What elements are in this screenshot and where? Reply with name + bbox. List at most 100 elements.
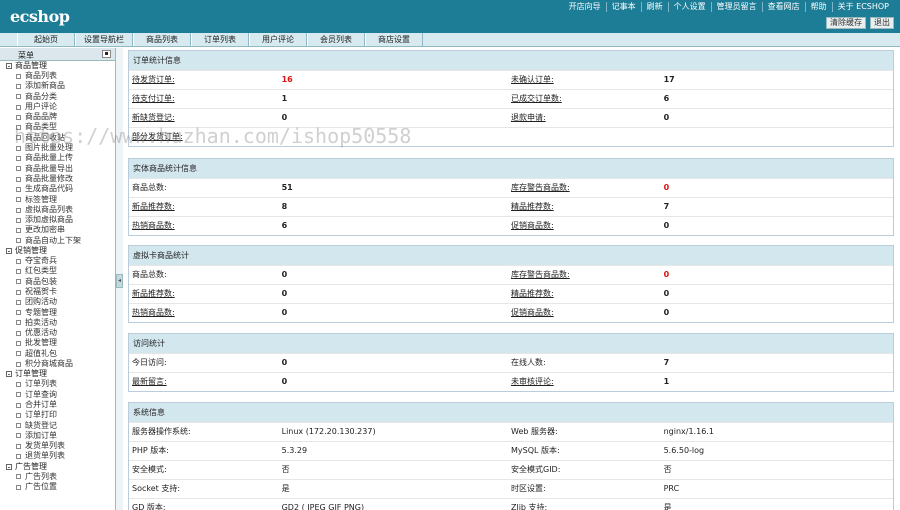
stat-label[interactable]: 新品推荐数: xyxy=(129,285,282,303)
sidebar-group-title[interactable]: 广告管理 xyxy=(6,462,115,472)
nav-tab[interactable]: 用户评论 xyxy=(249,33,307,46)
sidebar-item-label: 夺宝奇兵 xyxy=(25,256,57,266)
sidebar-item-label: 专题管理 xyxy=(25,307,57,317)
nav-tab[interactable]: 商品列表 xyxy=(133,33,191,46)
sidebar-item[interactable]: 更改加密串 xyxy=(6,225,115,235)
sidebar-item[interactable]: 商品批量上传 xyxy=(6,153,115,163)
stat-label: PHP 版本: xyxy=(132,446,169,455)
stat-row: 最新留言: 0 未审核评论: 1 xyxy=(129,372,893,391)
sidebar-toggle-icon[interactable]: ▪ xyxy=(102,50,111,58)
top-link[interactable]: 刷新 xyxy=(640,2,668,12)
top-link[interactable]: 管理员留言 xyxy=(710,2,762,12)
stat-label[interactable]: 最新留言: xyxy=(129,373,282,391)
sidebar-item[interactable]: 广告列表 xyxy=(6,472,115,482)
stat-label[interactable]: 已成交订单数: xyxy=(511,90,664,108)
menu-bullet-icon xyxy=(16,114,21,120)
sidebar-item[interactable]: 商品自动上下架 xyxy=(6,236,115,246)
stat-row: 热销商品数: 6 促销商品数: 0 xyxy=(129,216,893,235)
stat-label[interactable]: 退款申请: xyxy=(511,109,664,127)
nav-tab[interactable]: 商店设置 xyxy=(365,33,423,46)
sidebar-item[interactable]: 商品批量修改 xyxy=(6,174,115,184)
stat-label[interactable]: 热销商品数: xyxy=(129,217,282,235)
collapse-box-icon[interactable] xyxy=(6,463,12,470)
clear-cache-button[interactable]: 清除缓存 xyxy=(826,17,866,29)
stat-label[interactable]: 精品推荐数: xyxy=(511,285,664,303)
sidebar-item[interactable]: 拍卖活动 xyxy=(6,318,115,328)
sidebar-item[interactable]: 订单查询 xyxy=(6,390,115,400)
sidebar-item[interactable]: 虚拟商品列表 xyxy=(6,205,115,215)
sidebar-item[interactable]: 退货单列表 xyxy=(6,451,115,461)
stat-label[interactable]: 促销商品数: xyxy=(511,304,664,322)
sidebar-item[interactable]: 批发管理 xyxy=(6,338,115,348)
menu-bullet-icon xyxy=(16,299,21,305)
stat-value: 6 xyxy=(663,94,670,103)
sidebar-item[interactable]: 生成商品代码 xyxy=(6,184,115,194)
sidebar-item[interactable]: 夺宝奇兵 xyxy=(6,256,115,266)
sidebar-item-label: 祝福贺卡 xyxy=(25,286,57,296)
nav-tab[interactable]: 会员列表 xyxy=(307,33,365,46)
stat-label[interactable]: 待发货订单: xyxy=(129,71,282,89)
sidebar-item[interactable]: 用户评论 xyxy=(6,102,115,112)
collapse-box-icon[interactable] xyxy=(6,371,12,378)
stat-value: 8 xyxy=(281,202,288,211)
sidebar-item[interactable]: 超值礼包 xyxy=(6,349,115,359)
sidebar-item[interactable]: 添加新商品 xyxy=(6,81,115,91)
sidebar-item[interactable]: 缺货登记 xyxy=(6,421,115,431)
sidebar-item[interactable]: 合并订单 xyxy=(6,400,115,410)
stat-value: 0 xyxy=(663,270,670,279)
stat-label[interactable]: 未审核评论: xyxy=(511,373,664,391)
stat-label[interactable]: 库存警告商品数: xyxy=(511,179,664,197)
header: ecshop 开店向导 记事本 刷新 个人设置 管理员留言 查看网店 帮助 关于 ECSHOP… xyxy=(0,0,900,33)
nav-tabs: 起始页 设置导航栏 商品列表 订单列表 用户评论 会员列表 商店设置 xyxy=(0,33,900,47)
sidebar-item[interactable]: 专题管理 xyxy=(6,308,115,318)
stat-label[interactable]: 新品推荐数: xyxy=(129,198,282,216)
logout-button[interactable]: 退出 xyxy=(870,17,894,29)
stat-label[interactable]: 促销商品数: xyxy=(511,217,664,235)
top-link[interactable]: 帮助 xyxy=(804,2,832,12)
stat-label[interactable]: 热销商品数: xyxy=(129,304,282,322)
sidebar-item[interactable]: 订单列表 xyxy=(6,379,115,389)
top-link[interactable]: 关于 ECSHOP xyxy=(831,2,894,12)
sidebar-item[interactable]: 广告位置 xyxy=(6,482,115,492)
sidebar-item[interactable]: 添加虚拟商品 xyxy=(6,215,115,225)
stat-label[interactable]: 未确认订单: xyxy=(511,71,664,89)
nav-tab[interactable]: 订单列表 xyxy=(191,33,249,46)
menu-bullet-icon xyxy=(16,454,21,460)
sidebar-menu: 菜单 ▪ 商品管理 商品列表 添加新商品 商品分类 用户评论 商品品牌 商品类型 商品回收站图… xyxy=(0,48,116,510)
stat-label[interactable]: 精品推荐数: xyxy=(511,198,664,216)
sidebar-item[interactable]: 积分商城商品 xyxy=(6,359,115,369)
top-link[interactable]: 查看网店 xyxy=(761,2,805,12)
sidebar-group-title[interactable]: 订单管理 xyxy=(6,369,115,379)
collapse-box-icon[interactable] xyxy=(6,63,12,69)
sidebar-item[interactable]: 商品批量导出 xyxy=(6,164,115,174)
sidebar-item[interactable]: 商品包装 xyxy=(6,277,115,287)
collapse-box-icon[interactable] xyxy=(6,248,12,255)
stat-row: PHP 版本: 5.3.29 MySQL 版本: 5.6.50-log xyxy=(129,441,893,460)
sidebar-item[interactable]: 商品列表 xyxy=(6,71,115,81)
sidebar-item[interactable]: 订单打印 xyxy=(6,410,115,420)
stat-label: 在线人数: xyxy=(511,358,546,367)
sidebar-group-title[interactable]: 促销管理 xyxy=(6,246,115,256)
sidebar-item[interactable]: 祝福贺卡 xyxy=(6,287,115,297)
stat-value: 51 xyxy=(281,183,293,192)
nav-tab[interactable]: 起始页 xyxy=(17,33,75,46)
stat-label[interactable]: 待支付订单: xyxy=(129,90,282,108)
sidebar-item[interactable]: 添加订单 xyxy=(6,431,115,441)
sidebar-group: 商品管理 商品列表 添加新商品 商品分类 用户评论 商品品牌 商品类型 商品回收站 图片批量处理… xyxy=(0,61,115,246)
collapse-sidebar-icon[interactable]: ◂ xyxy=(116,274,123,288)
sidebar-item[interactable]: 红包类型 xyxy=(6,266,115,276)
menu-bullet-icon xyxy=(16,474,21,480)
sidebar-item[interactable]: 商品品牌 xyxy=(6,112,115,122)
nav-tab[interactable]: 设置导航栏 xyxy=(75,33,133,46)
sidebar-item[interactable]: 标签管理 xyxy=(6,195,115,205)
sidebar-item[interactable]: 优惠活动 xyxy=(6,328,115,338)
panel-title: 订单统计信息 xyxy=(129,51,893,70)
sidebar-group-title[interactable]: 商品管理 xyxy=(6,61,115,71)
stat-label[interactable]: 库存警告商品数: xyxy=(511,266,664,284)
top-link[interactable]: 记事本 xyxy=(605,2,641,12)
sidebar-item[interactable]: 发货单列表 xyxy=(6,441,115,451)
sidebar-item[interactable]: 团购活动 xyxy=(6,297,115,307)
sidebar-item[interactable]: 商品分类 xyxy=(6,92,115,102)
top-link[interactable]: 个人设置 xyxy=(667,2,711,12)
top-link[interactable]: 开店向导 xyxy=(564,2,606,12)
